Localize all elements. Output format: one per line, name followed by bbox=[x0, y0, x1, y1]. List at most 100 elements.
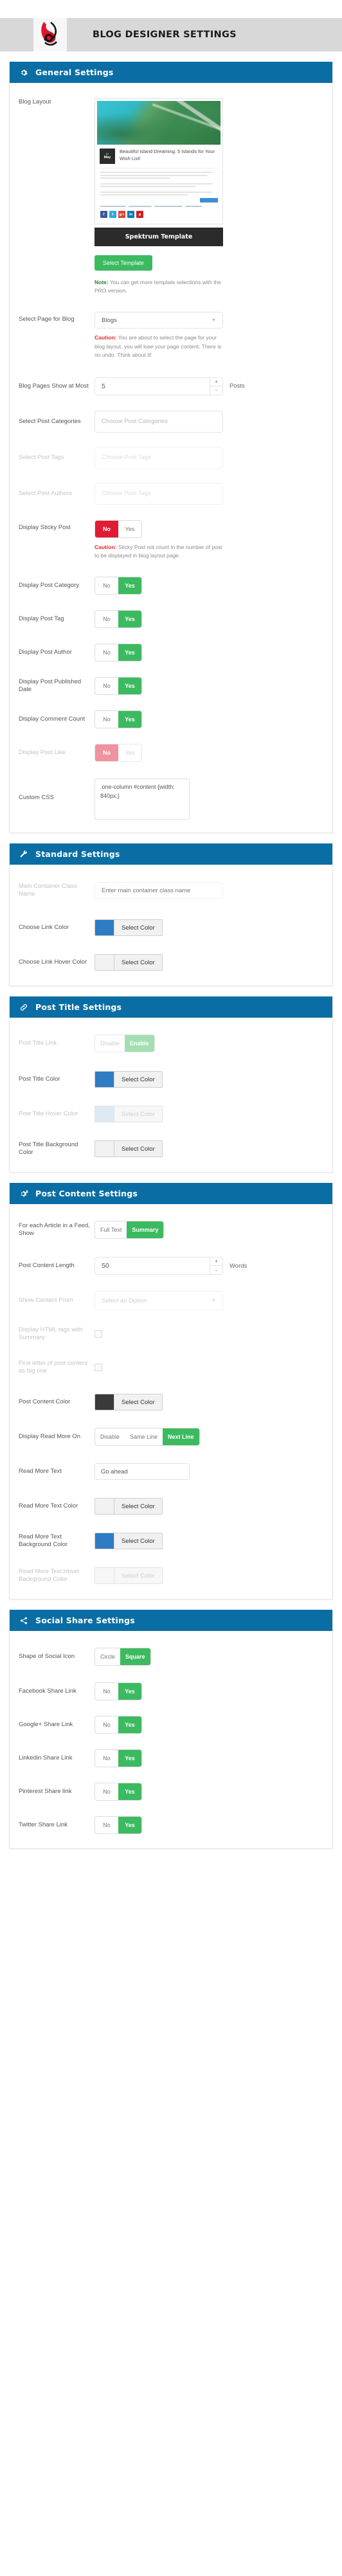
show-content-from-dropdown[interactable]: Select an Option ▼ bbox=[94, 1291, 223, 1311]
blog-pages-input[interactable] bbox=[95, 377, 210, 395]
panel-social-share-settings-header: Social Share Settings bbox=[10, 1610, 332, 1632]
facebook-share-link-toggle[interactable]: No Yes bbox=[94, 1682, 142, 1701]
read-more-text-color-picker[interactable]: Select Color bbox=[94, 1498, 163, 1515]
display-post-author-no[interactable]: No bbox=[95, 644, 118, 661]
display-post-published-date-yes[interactable]: Yes bbox=[118, 678, 141, 695]
pinterest-share-no[interactable]: No bbox=[95, 1783, 118, 1800]
linkedin-share-yes[interactable]: Yes bbox=[118, 1750, 141, 1767]
row-post-title-color: Post Title Color Select Color bbox=[10, 1065, 332, 1094]
shape-square[interactable]: Square bbox=[120, 1648, 150, 1666]
linkedin-share-link-toggle[interactable]: No Yes bbox=[94, 1749, 142, 1768]
content-length-increment-icon[interactable]: + bbox=[210, 1257, 222, 1266]
row-twitter-share-link: Twitter Share Link No Yes bbox=[10, 1811, 332, 1839]
display-post-tag-toggle[interactable]: No Yes bbox=[94, 610, 142, 629]
read-more-text-color-button[interactable]: Select Color bbox=[114, 1499, 162, 1514]
pinterest-share-yes[interactable]: Yes bbox=[118, 1783, 141, 1801]
post-content-length-spinner[interactable]: + - bbox=[94, 1257, 223, 1275]
display-sticky-post-yes[interactable]: Yes bbox=[118, 521, 141, 537]
display-post-published-date-toggle[interactable]: No Yes bbox=[94, 677, 142, 696]
row-shape-of-social-icon: Shape of Social Icon Circle Square bbox=[10, 1643, 332, 1671]
read-more-text-background-color-button[interactable]: Select Color bbox=[114, 1533, 162, 1549]
facebook-share-yes[interactable]: Yes bbox=[118, 1683, 141, 1700]
blog-pages-spinner[interactable]: + - bbox=[94, 377, 223, 395]
linkedin-share-no[interactable]: No bbox=[95, 1750, 118, 1767]
panel-social-share-settings-title: Social Share Settings bbox=[35, 1616, 135, 1626]
display-post-published-date-no[interactable]: No bbox=[95, 678, 118, 694]
google-share-no[interactable]: No bbox=[95, 1716, 118, 1733]
twitter-share-link-toggle[interactable]: No Yes bbox=[94, 1816, 142, 1835]
post-title-color-picker[interactable]: Select Color bbox=[94, 1071, 163, 1088]
display-read-more-on-toggle[interactable]: Disable Same Line Next Line bbox=[94, 1428, 200, 1446]
twitter-share-yes[interactable]: Yes bbox=[118, 1817, 141, 1834]
display-comment-count-toggle[interactable]: No Yes bbox=[94, 710, 142, 729]
post-content-length-input[interactable] bbox=[95, 1257, 210, 1275]
post-title-background-color-button[interactable]: Select Color bbox=[114, 1141, 162, 1157]
row-article-feed-show: For each Article in a Feed, Show Full Te… bbox=[10, 1216, 332, 1244]
display-post-category-yes[interactable]: Yes bbox=[118, 577, 141, 595]
pinterest-share-link-toggle[interactable]: No Yes bbox=[94, 1783, 142, 1801]
main-container-class-name-input[interactable] bbox=[94, 882, 223, 899]
display-post-like-toggle[interactable]: No Yes bbox=[94, 744, 142, 762]
select-post-tags-input[interactable]: Choose Post Tags bbox=[94, 446, 223, 469]
article-feed-show-toggle[interactable]: Full Text Summary bbox=[94, 1221, 165, 1239]
select-page-for-blog-dropdown[interactable]: Blogs ▼ bbox=[94, 312, 223, 329]
label-post-title-color: Post Title Color bbox=[19, 1076, 60, 1083]
display-post-category-no[interactable]: No bbox=[95, 577, 118, 594]
choose-link-hover-color-picker[interactable]: Select Color bbox=[94, 954, 163, 971]
post-title-link-toggle[interactable]: Disable Enable bbox=[94, 1034, 155, 1053]
blog-layout-preview[interactable]: 07 May Beautiful Island Dreaming: 5 Isla… bbox=[94, 98, 223, 295]
shape-circle[interactable]: Circle bbox=[95, 1648, 120, 1665]
post-title-link-disable[interactable]: Disable bbox=[95, 1035, 125, 1052]
read-more-text-hover-background-color-button[interactable]: Select Color bbox=[114, 1568, 162, 1583]
display-post-tag-no[interactable]: No bbox=[95, 611, 118, 627]
select-template-button[interactable]: Select Template bbox=[94, 255, 152, 271]
display-post-like-no[interactable]: No bbox=[95, 744, 118, 762]
post-title-background-color-picker[interactable]: Select Color bbox=[94, 1140, 163, 1158]
post-title-color-button[interactable]: Select Color bbox=[114, 1072, 162, 1087]
display-post-author-toggle[interactable]: No Yes bbox=[94, 644, 142, 662]
display-post-like-yes[interactable]: Yes bbox=[118, 744, 141, 761]
row-main-container-class-name: Main Container Class Name bbox=[10, 876, 332, 905]
display-sticky-post-toggle[interactable]: No Yes bbox=[94, 519, 142, 538]
post-title-hover-color-button[interactable]: Select Color bbox=[114, 1106, 162, 1122]
shape-of-social-icon-toggle[interactable]: Circle Square bbox=[94, 1648, 151, 1666]
google-share-link-toggle[interactable]: No Yes bbox=[94, 1716, 142, 1734]
custom-css-textarea[interactable] bbox=[94, 779, 190, 820]
display-sticky-post-no[interactable]: No bbox=[95, 520, 118, 537]
read-more-text-hover-background-color-picker[interactable]: Select Color bbox=[94, 1567, 163, 1585]
facebook-share-no[interactable]: No bbox=[95, 1683, 118, 1700]
post-title-hover-color-picker[interactable]: Select Color bbox=[94, 1106, 163, 1123]
row-linkedin-share-link: Linkedin Share Link No Yes bbox=[10, 1744, 332, 1772]
post-title-link-enable[interactable]: Enable bbox=[125, 1035, 154, 1052]
preview-twitter-icon: t bbox=[109, 211, 116, 218]
content-length-decrement-icon[interactable]: - bbox=[210, 1266, 222, 1274]
twitter-share-no[interactable]: No bbox=[95, 1817, 118, 1833]
spinner-increment-icon[interactable]: + bbox=[210, 378, 222, 386]
google-share-yes[interactable]: Yes bbox=[118, 1716, 141, 1734]
display-post-tag-yes[interactable]: Yes bbox=[118, 611, 141, 628]
choose-link-color-picker[interactable]: Select Color bbox=[94, 919, 163, 937]
label-display-post-published-date: Display Post Published Date bbox=[19, 678, 82, 694]
display-comment-count-yes[interactable]: Yes bbox=[118, 711, 141, 728]
read-more-text-background-color-picker[interactable]: Select Color bbox=[94, 1533, 163, 1550]
row-display-post-tag: Display Post Tag No Yes bbox=[10, 605, 332, 633]
post-content-color-button[interactable]: Select Color bbox=[114, 1394, 162, 1410]
choose-link-hover-color-button[interactable]: Select Color bbox=[114, 955, 162, 970]
choose-link-color-button[interactable]: Select Color bbox=[114, 920, 162, 935]
display-comment-count-no[interactable]: No bbox=[95, 711, 118, 728]
post-content-color-picker[interactable]: Select Color bbox=[94, 1394, 163, 1411]
article-feed-show-full-text[interactable]: Full Text bbox=[95, 1221, 127, 1238]
read-more-on-same-line[interactable]: Same Line bbox=[125, 1428, 163, 1445]
display-post-category-toggle[interactable]: No Yes bbox=[94, 577, 142, 595]
read-more-text-input[interactable] bbox=[94, 1463, 190, 1481]
display-post-author-yes[interactable]: Yes bbox=[118, 644, 141, 662]
select-post-categories-input[interactable]: Choose Post Categories bbox=[94, 410, 223, 433]
first-letter-big-checkbox[interactable] bbox=[94, 1364, 102, 1372]
article-feed-show-summary[interactable]: Summary bbox=[127, 1221, 164, 1239]
display-html-tags-checkbox[interactable] bbox=[94, 1330, 102, 1338]
read-more-on-next-line[interactable]: Next Line bbox=[163, 1428, 199, 1446]
select-post-authors-input[interactable]: Choose Post Tags bbox=[94, 482, 223, 505]
read-more-on-disable[interactable]: Disable bbox=[95, 1428, 125, 1445]
select-page-caution: Caution: You are about to select the pag… bbox=[94, 334, 223, 359]
spinner-decrement-icon[interactable]: - bbox=[210, 386, 222, 395]
